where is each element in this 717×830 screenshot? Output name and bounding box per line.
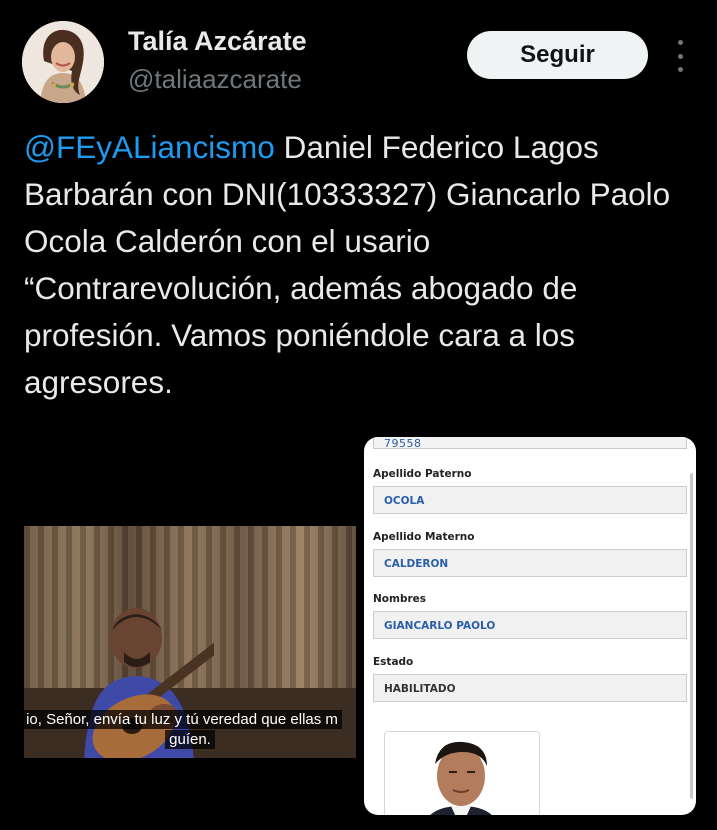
video-caption: io, Señor, envía tu luz y tú veredad que… xyxy=(24,710,356,750)
field-apellido-materno: CALDERON xyxy=(373,549,687,577)
more-dot xyxy=(677,53,683,59)
follow-button[interactable]: Seguir xyxy=(467,31,648,79)
field-dni-value: 79558 xyxy=(373,437,687,450)
label-apellido-paterno: Apellido Paterno xyxy=(373,468,472,480)
field-estado: HABILITADO xyxy=(373,674,687,702)
label-apellido-materno: Apellido Materno xyxy=(373,531,475,543)
document-image-media[interactable]: 79558 Apellido Paterno OCOLA Apellido Ma… xyxy=(364,437,696,815)
video-media[interactable]: io, Señor, envía tu luz y tú veredad que… xyxy=(24,526,356,758)
label-nombres: Nombres xyxy=(373,593,427,605)
follow-button-label: Seguir xyxy=(520,41,595,68)
portrait-image xyxy=(385,732,539,815)
author-handle[interactable]: @taliaazcarate xyxy=(128,64,302,95)
tweet-body: Daniel Federico Lagos Barbarán con DNI(1… xyxy=(24,129,671,400)
avatar-image xyxy=(22,21,104,103)
caption-line-1: io, Señor, envía tu luz y tú veredad que… xyxy=(24,710,342,729)
more-dot xyxy=(677,67,683,72)
id-photo xyxy=(384,731,540,815)
author-avatar[interactable] xyxy=(22,21,104,103)
scrollbar xyxy=(690,473,693,799)
more-dot xyxy=(677,40,683,45)
mention-link[interactable]: @FEyALiancismo xyxy=(24,129,275,165)
field-apellido-paterno: OCOLA xyxy=(373,486,687,514)
more-options-icon[interactable] xyxy=(671,40,689,72)
field-nombres: GIANCARLO PAOLO xyxy=(373,611,687,639)
label-estado: Estado xyxy=(373,656,414,668)
author-name[interactable]: Talía Azcárate xyxy=(128,26,307,57)
caption-line-2: guíen. xyxy=(165,730,215,749)
tweet-text: @FEyALiancismo Daniel Federico Lagos Bar… xyxy=(24,124,696,406)
